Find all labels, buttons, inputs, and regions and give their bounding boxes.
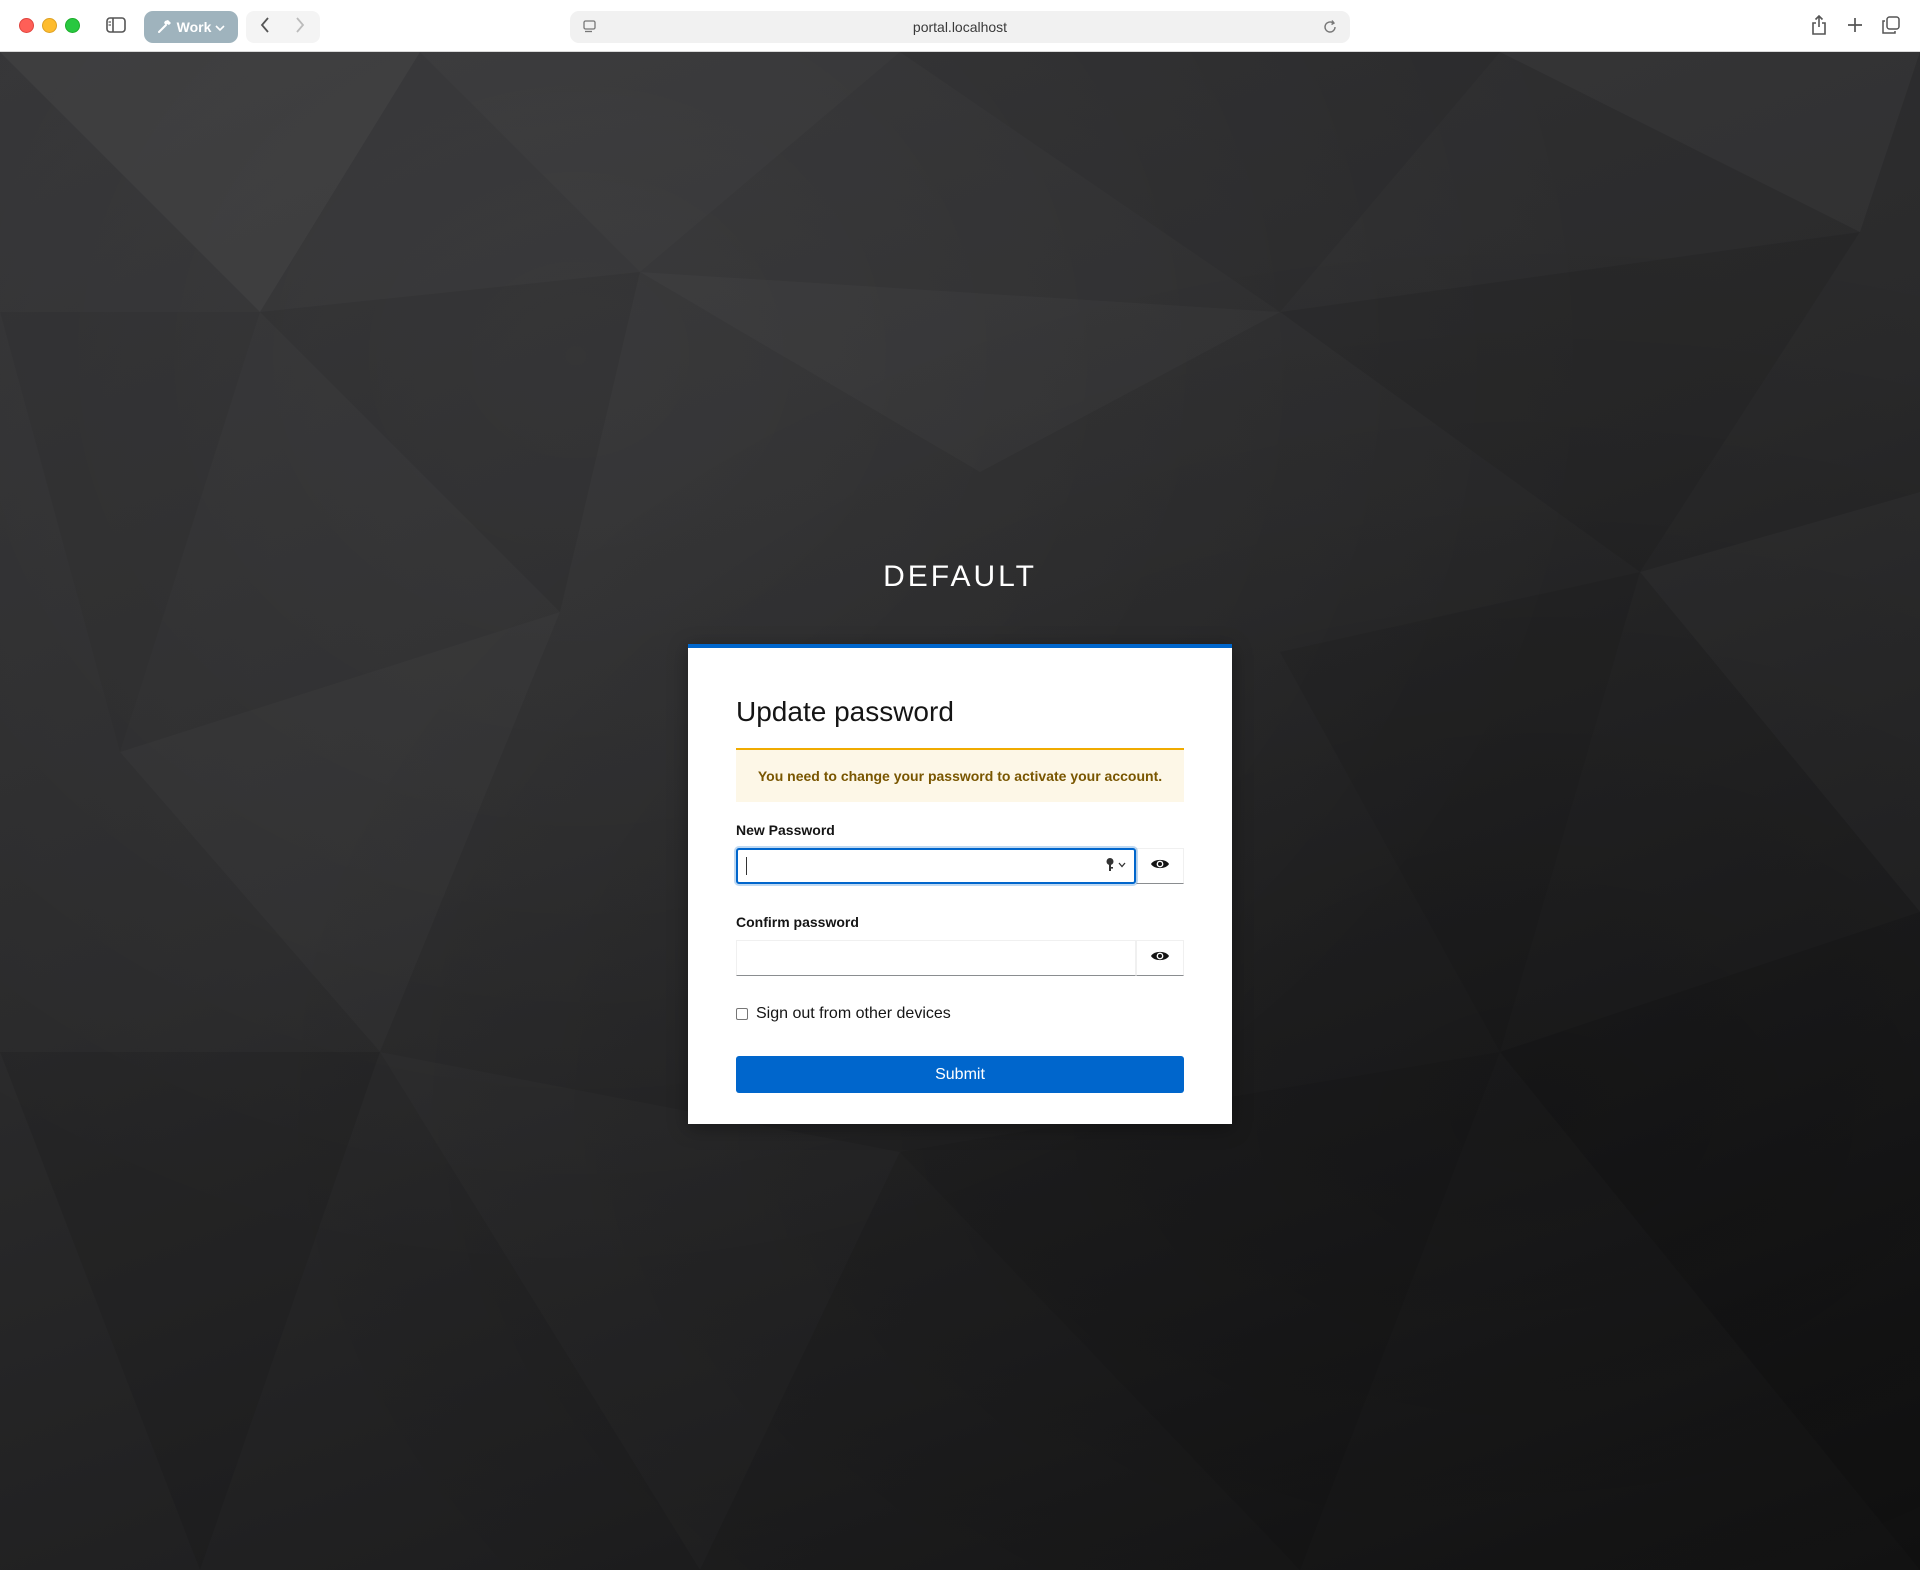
reload-icon[interactable]: [1322, 19, 1338, 40]
zoom-window-button[interactable]: [65, 18, 80, 33]
page-title: Update password: [736, 696, 954, 727]
minimize-window-button[interactable]: [42, 18, 57, 33]
new-tab-button[interactable]: [1840, 11, 1870, 43]
password-autofill-key-icon[interactable]: [1105, 857, 1126, 873]
chevron-right-icon: [294, 16, 306, 38]
url-text: portal.localhost: [912, 19, 1008, 35]
back-button[interactable]: [250, 11, 280, 43]
sidebar-toggle-button[interactable]: [98, 11, 134, 43]
close-window-button[interactable]: [19, 18, 34, 33]
logout-sessions-option[interactable]: Sign out from other devices: [736, 1004, 1184, 1024]
eye-icon: [1150, 857, 1170, 876]
update-password-card: Update password You need to change your …: [688, 644, 1232, 1124]
chevron-left-icon: [259, 16, 271, 38]
login-page-background: DEFAULT Update password You need to chan…: [0, 52, 1920, 1570]
share-icon: [1811, 14, 1827, 40]
share-button[interactable]: [1804, 11, 1834, 43]
plus-icon: [1847, 17, 1863, 38]
chevron-down-icon: [215, 19, 225, 35]
confirm-password-label: Confirm password: [736, 914, 859, 930]
browser-toolbar: Work portal.localhost: [0, 0, 1920, 52]
show-new-password-button[interactable]: [1136, 848, 1184, 884]
new-password-input[interactable]: [736, 848, 1136, 884]
show-confirm-password-button[interactable]: [1136, 940, 1184, 976]
alert-message: You need to change your password to acti…: [757, 768, 1163, 784]
submit-button[interactable]: Submit: [736, 1056, 1184, 1093]
profile-switcher-button[interactable]: Work: [144, 11, 238, 43]
new-password-row: [736, 848, 1184, 884]
logout-sessions-checkbox[interactable]: [736, 1008, 748, 1020]
new-password-label: New Password: [736, 822, 835, 838]
text-caret: [746, 857, 747, 875]
forward-button[interactable]: [285, 11, 315, 43]
logout-sessions-label[interactable]: Sign out from other devices: [756, 1005, 951, 1023]
new-password-wrapper: [736, 848, 1136, 884]
hammer-icon: [157, 18, 173, 37]
confirm-password-input[interactable]: [736, 940, 1136, 976]
profile-label: Work: [176, 19, 212, 35]
address-bar[interactable]: portal.localhost: [570, 11, 1350, 43]
warning-alert: You need to change your password to acti…: [736, 748, 1184, 802]
sidebar-icon: [106, 16, 126, 38]
tab-overview-button[interactable]: [1876, 11, 1906, 43]
confirm-password-row: [736, 940, 1184, 976]
realm-name-header: DEFAULT: [883, 560, 1037, 593]
page-menu-icon[interactable]: [582, 19, 598, 40]
eye-icon: [1150, 949, 1170, 968]
tabs-icon: [1882, 15, 1900, 39]
